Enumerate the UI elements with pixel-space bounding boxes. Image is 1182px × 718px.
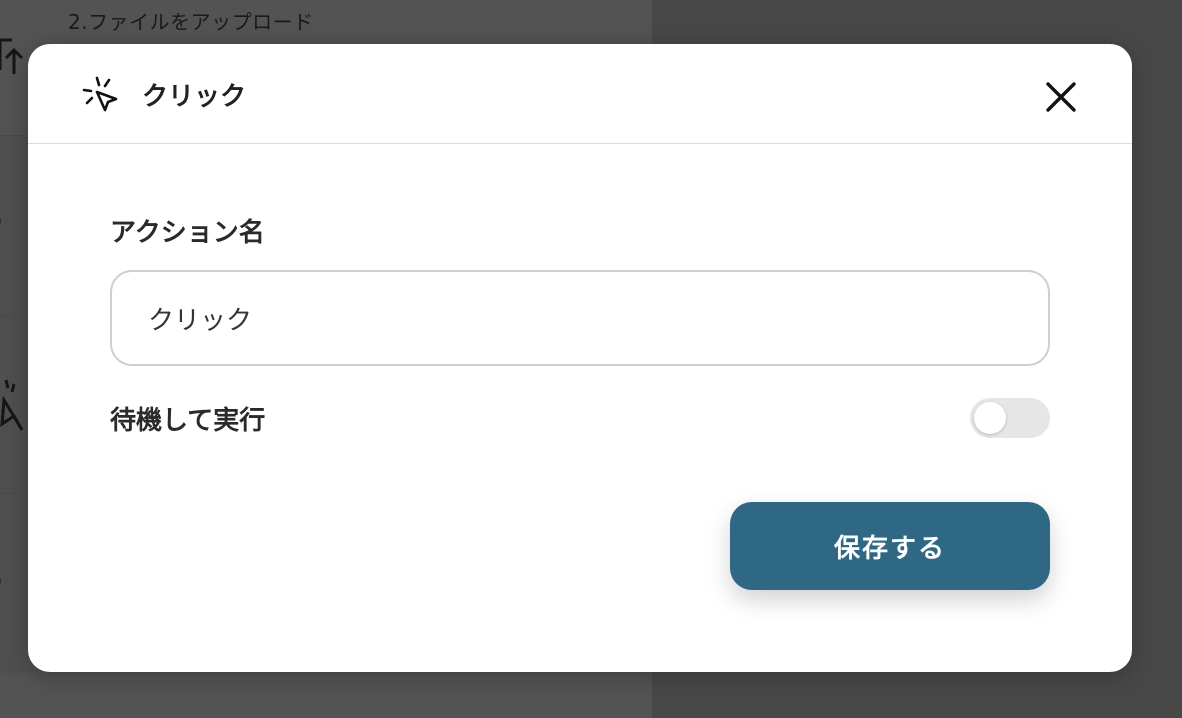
wait-and-run-label: 待機して実行 <box>110 406 266 436</box>
dialog-title: クリック <box>142 82 247 112</box>
action-name-label: アクション名 <box>110 218 265 248</box>
close-icon[interactable] <box>1040 76 1082 118</box>
wait-and-run-toggle[interactable] <box>970 398 1050 438</box>
save-button[interactable]: 保存する <box>730 502 1050 590</box>
dialog-header: クリック <box>28 44 1132 144</box>
click-cursor-icon <box>82 76 118 112</box>
action-name-input[interactable] <box>110 270 1050 366</box>
click-action-dialog: クリック アクション名 待機して実行 保存する <box>28 44 1132 672</box>
toggle-knob <box>974 402 1006 434</box>
